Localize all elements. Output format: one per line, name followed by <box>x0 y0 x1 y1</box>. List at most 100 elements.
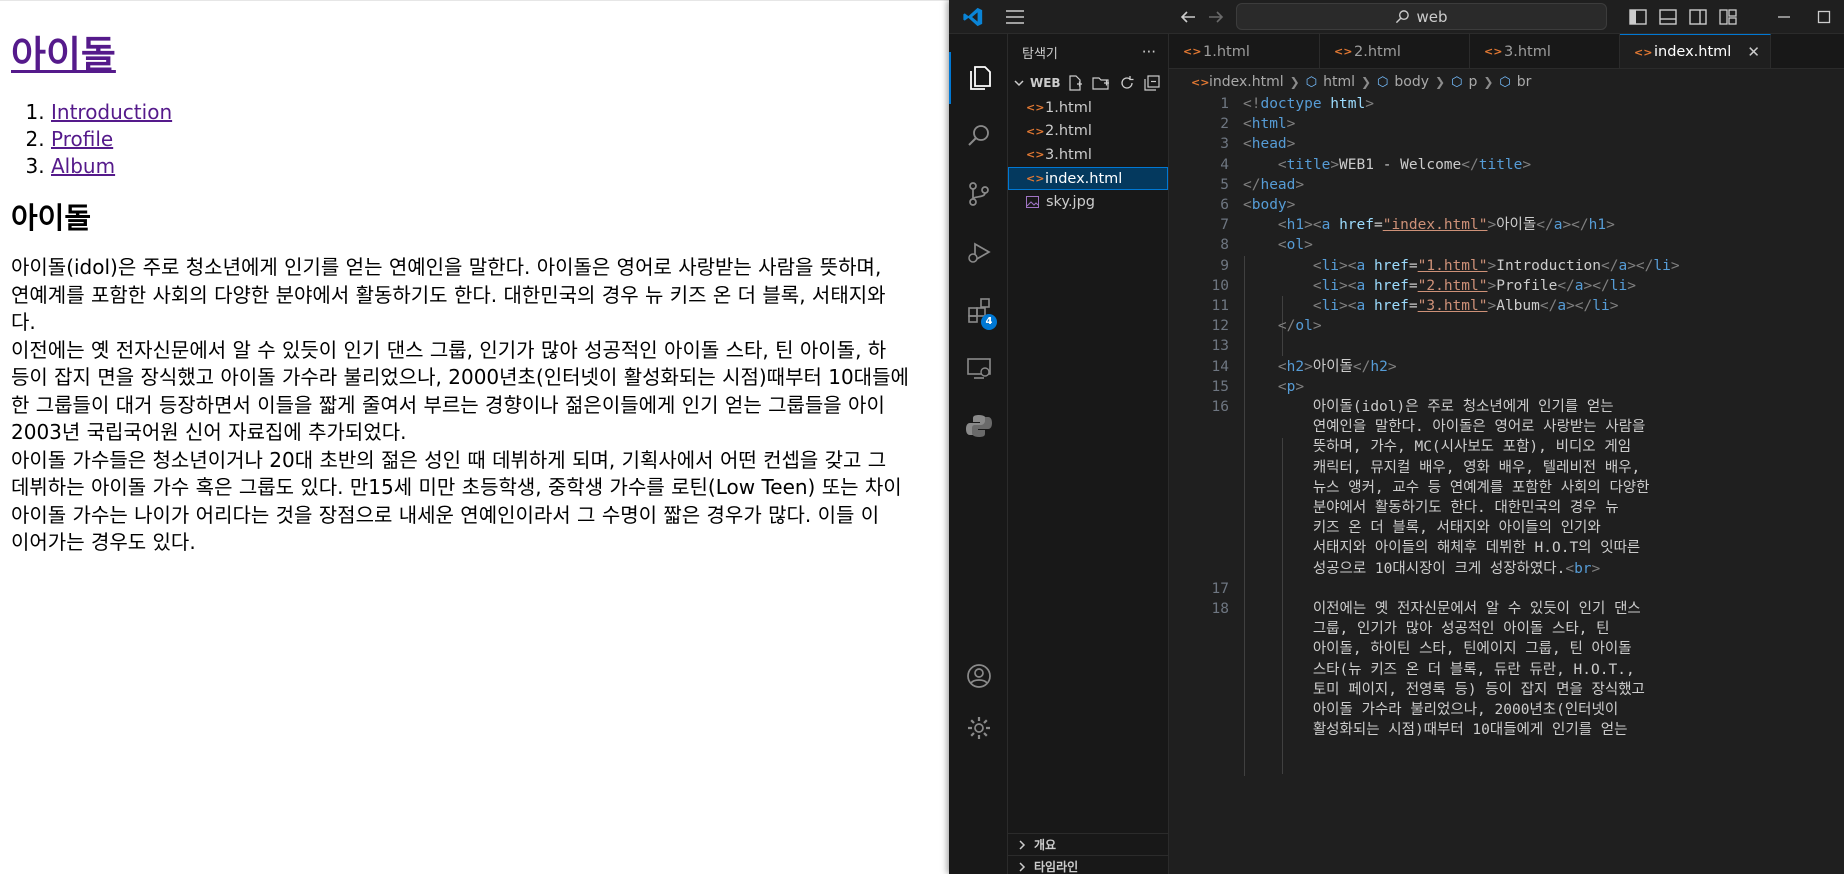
toggle-panel-icon[interactable] <box>1655 5 1681 29</box>
line-number: 18 <box>1211 601 1229 617</box>
html-file-icon: <> <box>1183 45 1202 58</box>
explorer-icon[interactable] <box>949 52 1008 104</box>
code-token: body <box>1251 197 1287 213</box>
file-item-selected[interactable]: <> index.html <box>1008 166 1168 191</box>
maximize-icon[interactable] <box>1809 5 1839 29</box>
extensions-icon[interactable]: 4 <box>949 284 1008 336</box>
new-folder-icon[interactable] <box>1092 75 1110 91</box>
code-token: 스타(뉴 키즈 온 더 블록, 듀란 듀란, H.O.T., <box>1312 661 1635 678</box>
tab-index-html[interactable]: <> index.html ✕ <box>1620 34 1771 68</box>
introduction-link[interactable]: Introduction <box>51 100 172 124</box>
code-token: "2.html" <box>1417 277 1488 294</box>
tab-2-html[interactable]: <> 2.html <box>1320 34 1470 68</box>
remote-explorer-icon[interactable] <box>949 342 1008 394</box>
code-token: 연예인을 말한다. 아이돌은 영어로 사랑받는 사람을 <box>1312 419 1646 436</box>
paragraph-line: 이어가는 경우도 있다. <box>11 530 196 554</box>
code-token: html <box>1321 96 1366 112</box>
line-number: 9 <box>1220 257 1229 274</box>
code-token: li <box>1321 277 1340 294</box>
code-token: Profile <box>1496 277 1558 294</box>
code-line: <li><a href="3.html">Album</a></li> <box>1312 298 1619 314</box>
code-token: 그룹, 인기가 많아 성공적인 아이돌 스타, 틴 <box>1312 621 1610 638</box>
command-center-search[interactable]: web <box>1236 3 1607 30</box>
file-item[interactable]: <> 1.html <box>1008 96 1168 120</box>
code-token: 이전에는 옛 전자신문에서 알 수 있듯이 인기 댄스 <box>1312 601 1641 617</box>
line-number: 15 <box>1211 378 1229 395</box>
paragraph-line: 아이돌 가수들은 청소년이거나 20대 초반의 젊은 성인 때 데뷔하게 되며,… <box>11 447 887 472</box>
chevron-right-icon: ❯ <box>1483 75 1494 89</box>
code-line: 이전에는 옛 전자신문에서 알 수 있듯이 인기 댄스 <box>1243 599 1641 619</box>
minimize-icon[interactable] <box>1769 5 1799 29</box>
timeline-section[interactable]: 타임라인 <box>1008 855 1169 874</box>
file-item[interactable]: <> 3.html <box>1008 143 1168 167</box>
explorer-sidebar: 탐색기 ··· WEB <> 1.html <> 2.html <> 3.htm… <box>1008 34 1169 874</box>
element-icon: ⬡ <box>1499 74 1511 90</box>
account-icon[interactable] <box>949 650 1008 702</box>
code-token: href <box>1373 257 1409 274</box>
workspace-folder[interactable]: WEB <box>1008 70 1168 96</box>
chevron-right-icon <box>1019 861 1026 872</box>
element-icon: ⬡ <box>1305 74 1318 90</box>
browser-page: 아이돌 Introduction Profile Album 아이돌 아이돌(i… <box>0 0 950 874</box>
code-token: li <box>1592 298 1610 314</box>
paragraph-line: 연예계를 포함한 사회의 다양한 분야에서 활동하기도 한다. 대한민국의 경우… <box>11 282 886 307</box>
code-token: WEB1 - Welcome <box>1339 156 1462 173</box>
chevron-right-icon: ❯ <box>1289 75 1300 89</box>
breadcrumb-item[interactable]: body <box>1394 74 1429 90</box>
paragraph-line: 이전에는 옛 전자신문에서 알 수 있듯이 인기 댄스 그룹, 인기가 많아 성… <box>11 337 887 362</box>
file-item[interactable]: <> 2.html <box>1008 120 1168 144</box>
outline-section[interactable]: 개요 <box>1008 833 1169 855</box>
page-heading: 아이돌 <box>11 19 950 99</box>
code-token: a <box>1356 277 1366 294</box>
code-token: h2 <box>1286 358 1305 375</box>
html-file-icon: <> <box>1026 148 1045 162</box>
code-line-wrap: 아이돌, 하이틴 스타, 틴에이지 그룹, 틴 아이돌 <box>1243 639 1632 659</box>
code-token: h1 <box>1588 217 1607 234</box>
manage-gear-icon[interactable] <box>949 702 1008 754</box>
python-icon[interactable] <box>949 400 1008 452</box>
toggle-secondary-sidebar-icon[interactable] <box>1685 5 1711 29</box>
code-token: a <box>1321 217 1331 234</box>
search-icon[interactable] <box>949 110 1008 162</box>
code-token: li <box>1609 277 1628 294</box>
breadcrumb-item[interactable]: index.html <box>1209 74 1284 90</box>
file-name: 2.html <box>1045 123 1092 140</box>
home-link[interactable]: 아이돌 <box>11 33 116 77</box>
code-token: head <box>1260 176 1296 193</box>
back-arrow-icon[interactable] <box>1175 5 1201 29</box>
source-control-icon[interactable] <box>949 168 1008 220</box>
code-token: 아이돌 <box>1496 217 1537 234</box>
outline-label: 개요 <box>1034 838 1057 852</box>
collapse-all-icon[interactable] <box>1144 75 1160 91</box>
customize-layout-icon[interactable] <box>1715 5 1741 29</box>
code-token: href <box>1339 217 1374 234</box>
more-actions-icon[interactable]: ··· <box>1142 43 1156 61</box>
code-token: <! <box>1243 96 1261 112</box>
album-link[interactable]: Album <box>51 154 115 178</box>
paragraph-line: 데뷔하는 아이돌 가수 혹은 그룹도 있다. 만15세 미만 초등학생, 중학생… <box>11 475 902 499</box>
menu-icon[interactable] <box>1001 5 1029 29</box>
code-token: > <box>1365 96 1374 112</box>
refresh-icon[interactable] <box>1119 75 1135 91</box>
breadcrumb-item[interactable]: br <box>1517 74 1532 90</box>
close-tab-icon[interactable]: ✕ <box>1747 43 1760 61</box>
tab-3-html[interactable]: <> 3.html <box>1470 34 1620 68</box>
toggle-primary-sidebar-icon[interactable] <box>1625 5 1651 29</box>
html-file-icon: <> <box>1026 101 1045 115</box>
code-token: 뉴스 앵커, 교수 등 연예계를 포함한 사회의 다양한 <box>1312 479 1650 496</box>
profile-link[interactable]: Profile <box>51 127 113 151</box>
code-editor[interactable]: 1 2 3 4 5 6 7 8 9 10 11 12 13 14 15 16 1… <box>1169 94 1844 874</box>
breadcrumb-item[interactable]: p <box>1468 74 1477 90</box>
file-item[interactable]: sky.jpg <box>1008 190 1168 214</box>
code-token: 키즈 온 더 블록, 서태지와 아이들의 인기와 <box>1312 520 1601 537</box>
run-debug-icon[interactable] <box>949 226 1008 278</box>
forward-arrow-icon[interactable] <box>1203 5 1229 29</box>
chevron-right-icon <box>1019 839 1026 850</box>
editor-tabs: <> 1.html <> 2.html <> 3.html <> index.h… <box>1169 34 1844 69</box>
html-file-icon: <> <box>1026 172 1045 186</box>
tab-1-html[interactable]: <> 1.html <box>1169 34 1320 68</box>
new-file-icon[interactable] <box>1067 75 1083 91</box>
code-line-wrap: 분야에서 활동하기도 한다. 대한민국의 경우 뉴 <box>1243 498 1619 518</box>
file-name: sky.jpg <box>1046 194 1095 211</box>
breadcrumb-item[interactable]: html <box>1323 74 1355 90</box>
